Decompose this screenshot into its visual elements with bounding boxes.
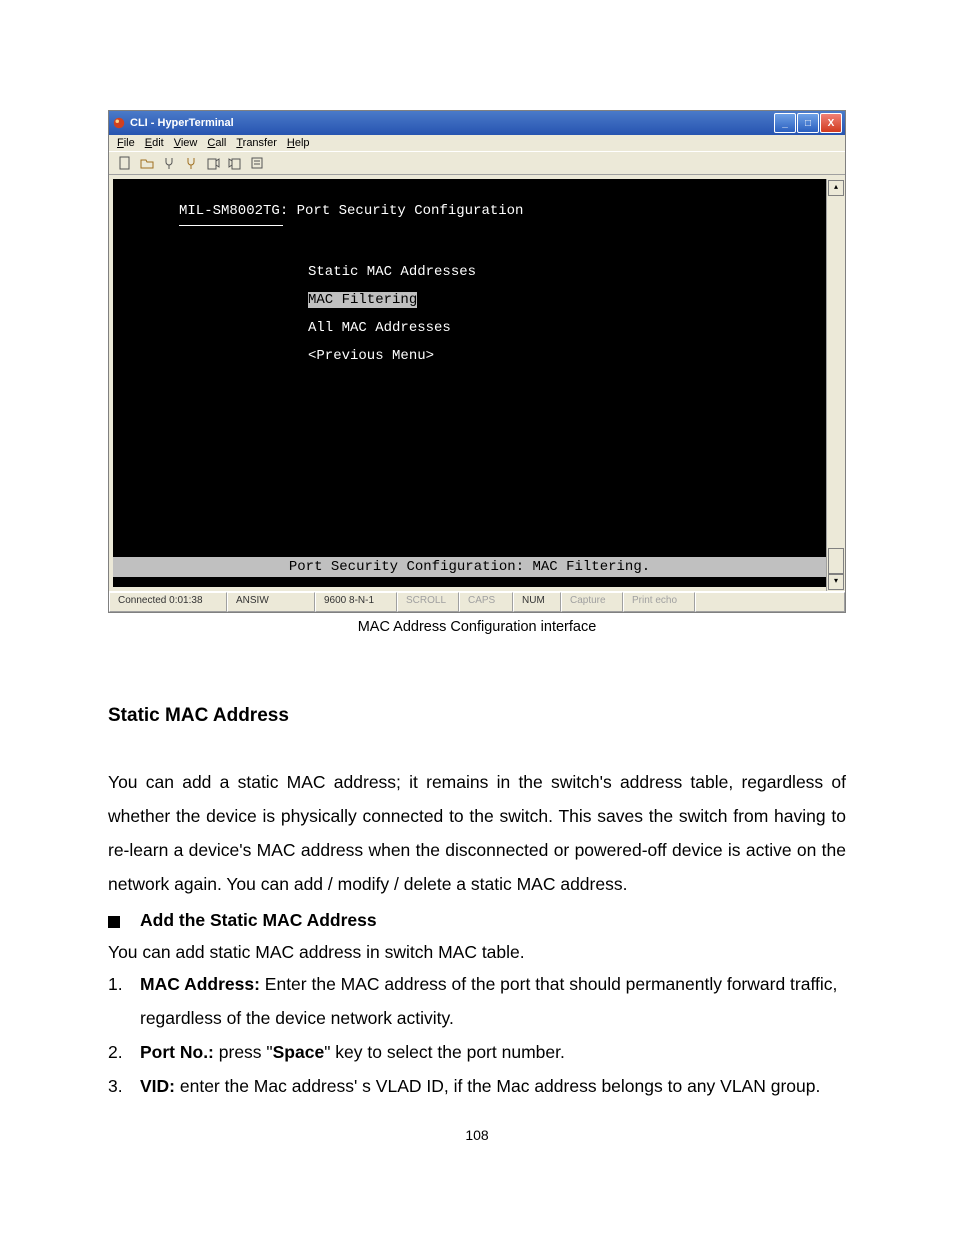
scroll-up-icon[interactable]: ▴ bbox=[828, 180, 844, 196]
status-scroll: SCROLL bbox=[397, 592, 459, 612]
menu-file[interactable]: File bbox=[117, 137, 135, 149]
status-print-echo: Print echo bbox=[623, 592, 695, 612]
menu-edit[interactable]: Edit bbox=[145, 137, 164, 149]
status-spacer bbox=[695, 592, 845, 612]
connect-icon[interactable] bbox=[161, 155, 177, 171]
receive-icon[interactable] bbox=[227, 155, 243, 171]
maximize-button[interactable]: □ bbox=[797, 113, 819, 133]
status-terminal-type: ANSIW bbox=[227, 592, 315, 612]
menu-call[interactable]: Call bbox=[207, 137, 226, 149]
menu-item-filtering-selected: MAC Filtering bbox=[113, 286, 826, 314]
list-number: 1. bbox=[108, 967, 140, 1035]
close-button[interactable]: X bbox=[820, 113, 842, 133]
bullet-description: You can add static MAC address in switch… bbox=[108, 937, 846, 967]
statusbar: Connected 0:01:38 ANSIW 9600 8-N-1 SCROL… bbox=[109, 591, 845, 612]
section-heading: Static MAC Address bbox=[108, 705, 846, 727]
window-title: CLI - HyperTerminal bbox=[130, 117, 774, 129]
hyperterminal-window: CLI - HyperTerminal _ □ X File Edit View… bbox=[108, 110, 846, 613]
status-num: NUM bbox=[513, 592, 561, 612]
terminal-footer: Port Security Configuration: MAC Filteri… bbox=[113, 557, 826, 577]
square-bullet-icon bbox=[108, 916, 120, 928]
scrollbar-vertical[interactable]: ▴ ▾ bbox=[826, 179, 845, 591]
menu-transfer[interactable]: Transfer bbox=[236, 137, 277, 149]
terminal-header: MIL-SM8002TG: Port Security Configuratio… bbox=[113, 197, 826, 225]
toolbar bbox=[109, 151, 845, 175]
status-capture: Capture bbox=[561, 592, 623, 612]
terminal-screen[interactable]: MIL-SM8002TG: Port Security Configuratio… bbox=[113, 179, 826, 587]
figure-caption: MAC Address Configuration interface bbox=[108, 619, 846, 635]
menu-item-all: All MAC Addresses bbox=[113, 314, 826, 342]
list-item: 1. MAC Address: Enter the MAC address of… bbox=[108, 967, 846, 1035]
open-icon[interactable] bbox=[139, 155, 155, 171]
status-connected: Connected 0:01:38 bbox=[109, 592, 227, 612]
properties-icon[interactable] bbox=[249, 155, 265, 171]
bullet-label: Add the Static MAC Address bbox=[140, 905, 377, 935]
list-number: 2. bbox=[108, 1035, 140, 1069]
section-intro: You can add a static MAC address; it rem… bbox=[108, 765, 846, 901]
list-item: 2. Port No.: press "Space" key to select… bbox=[108, 1035, 846, 1069]
scroll-down-icon[interactable]: ▾ bbox=[828, 574, 844, 590]
status-baud: 9600 8-N-1 bbox=[315, 592, 397, 612]
menu-help[interactable]: Help bbox=[287, 137, 310, 149]
menu-item-static: Static MAC Addresses bbox=[113, 258, 826, 286]
list-number: 3. bbox=[108, 1069, 140, 1103]
page-number: 108 bbox=[108, 1127, 846, 1143]
disconnect-icon[interactable] bbox=[183, 155, 199, 171]
status-caps: CAPS bbox=[459, 592, 513, 612]
bullet-item: Add the Static MAC Address bbox=[108, 905, 846, 935]
minimize-button[interactable]: _ bbox=[774, 113, 796, 133]
new-icon[interactable] bbox=[117, 155, 133, 171]
menu-item-previous: <Previous Menu> bbox=[113, 342, 826, 370]
scroll-thumb[interactable] bbox=[828, 548, 844, 574]
app-icon bbox=[112, 116, 126, 130]
menubar: File Edit View Call Transfer Help bbox=[109, 135, 845, 151]
menu-view[interactable]: View bbox=[174, 137, 198, 149]
send-icon[interactable] bbox=[205, 155, 221, 171]
titlebar[interactable]: CLI - HyperTerminal _ □ X bbox=[109, 111, 845, 135]
list-item: 3. VID: enter the Mac address' s VLAD ID… bbox=[108, 1069, 846, 1103]
